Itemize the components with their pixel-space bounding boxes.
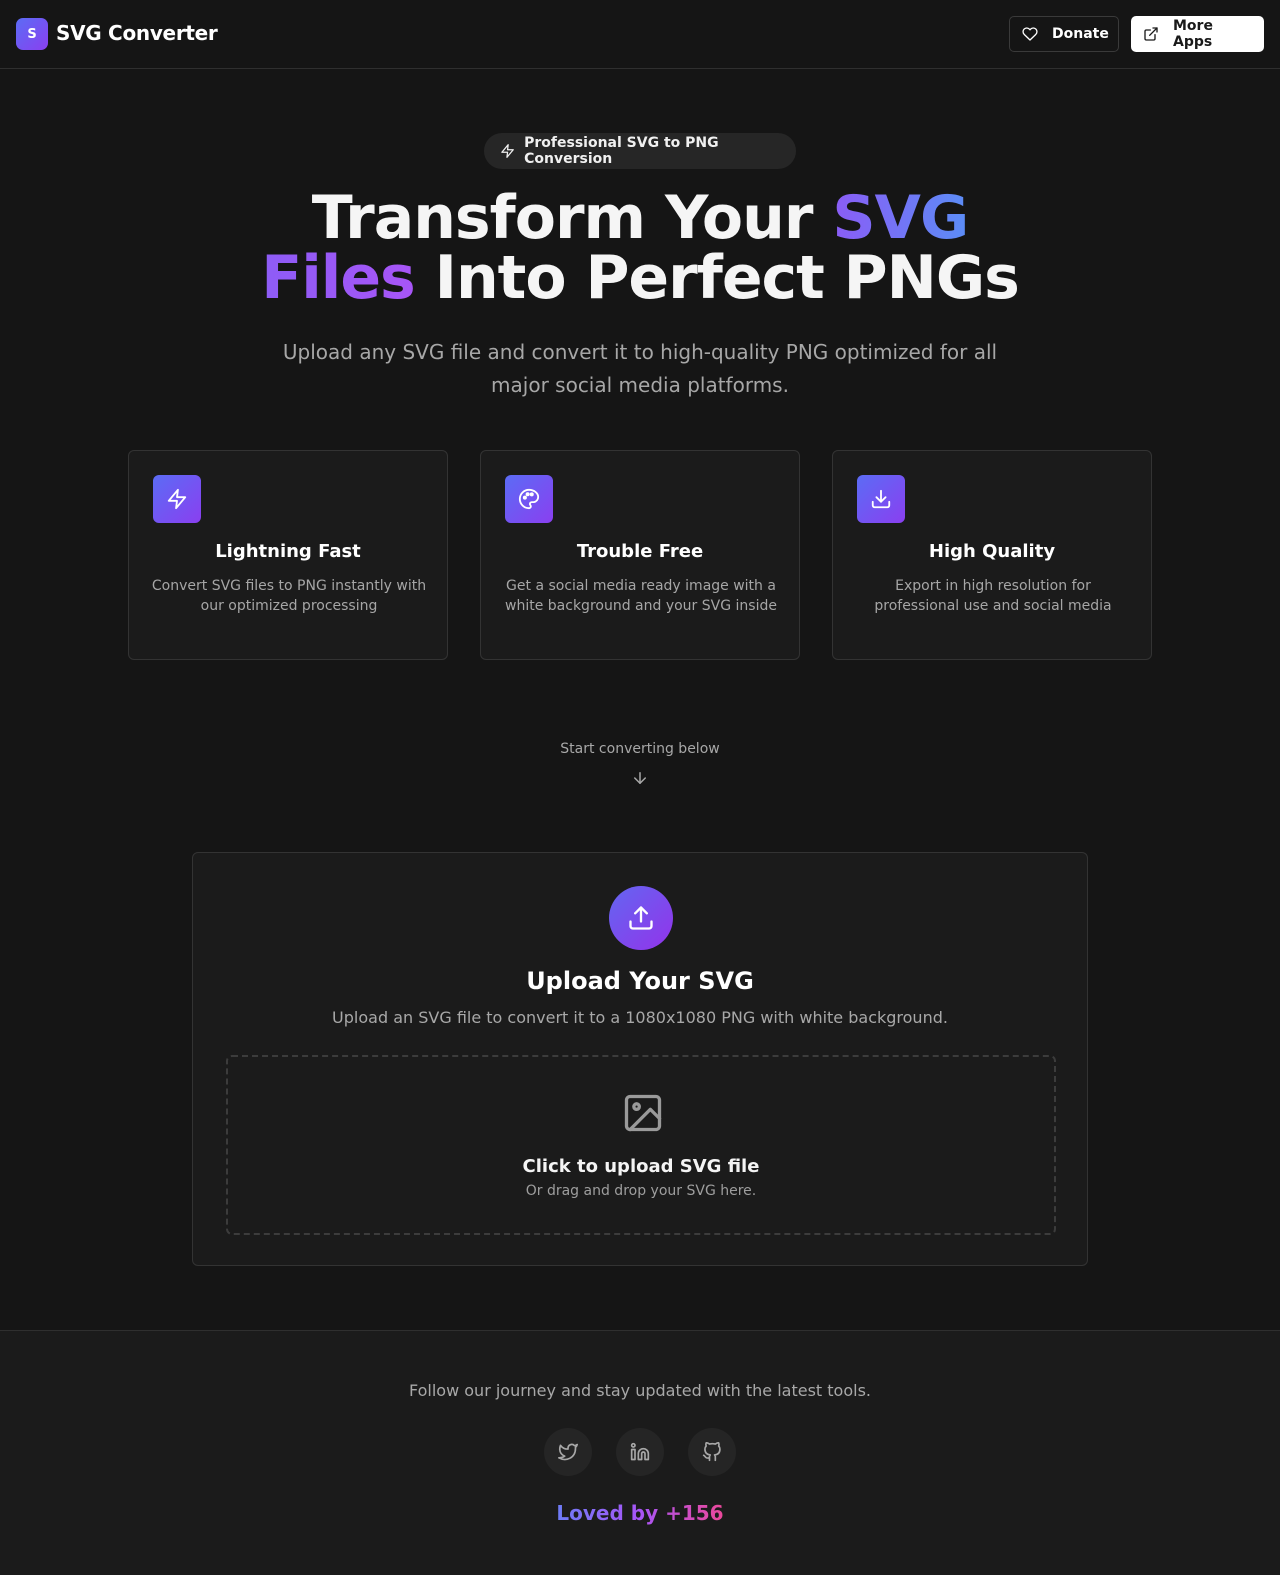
feature-icon-box (153, 475, 201, 523)
hero-headline: Transform Your SVG Files Into Perfect PN… (0, 188, 1280, 308)
arrow-down-icon (634, 772, 646, 784)
feature-title: Lightning Fast (215, 541, 361, 562)
upload-title: Upload Your SVG (526, 967, 754, 995)
upload-icon-circle (609, 886, 673, 950)
loved-by-label: Loved by +156 (556, 1501, 724, 1525)
github-icon (702, 1442, 721, 1462)
upload-icon (629, 906, 653, 930)
feature-title: High Quality (928, 541, 1056, 562)
palette-icon (518, 488, 540, 510)
headline-highlight-files: Files (261, 243, 416, 313)
start-converting-hint: Start converting below (560, 741, 720, 757)
feature-icon-box (505, 475, 553, 523)
footer: Follow our journey and stay updated with… (0, 1330, 1280, 1575)
image-icon (624, 1094, 662, 1132)
headline-part2: Into Perfect PNGs (414, 243, 1020, 313)
dropzone-title: Click to upload SVG file (522, 1156, 760, 1177)
feature-card-lightning-fast: Lightning Fast Convert SVG files to PNG … (128, 450, 448, 660)
logo-badge[interactable]: S (16, 18, 48, 50)
heart-icon (1022, 27, 1038, 41)
upload-panel: Upload Your SVG Upload an SVG file to co… (192, 852, 1088, 1266)
lightning-icon (501, 144, 514, 158)
hero-subtitle: Upload any SVG file and convert it to hi… (282, 340, 998, 397)
feature-description: Get a social media ready image with a wh… (505, 578, 777, 614)
feature-card-high-quality: High Quality Export in high resolution f… (832, 450, 1152, 660)
loved-by-counter: Loved by +156 (0, 1501, 1280, 1525)
linkedin-icon (630, 1442, 650, 1461)
more-apps-button[interactable]: More Apps (1131, 16, 1264, 52)
donate-label: Donate (1052, 26, 1109, 42)
twitter-icon (558, 1443, 578, 1461)
feature-description: Export in high resolution for profession… (874, 578, 1112, 614)
feature-title: Trouble Free (576, 541, 704, 562)
hero-badge: Professional SVG to PNG Conversion (484, 133, 796, 169)
more-apps-label: More Apps (1173, 18, 1213, 50)
feature-card-trouble-free: Trouble Free Get a social media ready im… (480, 450, 800, 660)
github-link[interactable] (688, 1428, 736, 1476)
feature-icon-box (857, 475, 905, 523)
lightning-icon (167, 488, 187, 510)
app-name[interactable]: SVG Converter (56, 21, 218, 45)
twitter-link[interactable] (544, 1428, 592, 1476)
feature-description: Convert SVG files to PNG instantly with … (151, 578, 427, 614)
donate-button[interactable]: Donate (1009, 16, 1119, 52)
top-navbar: S SVG Converter Donate More Apps (0, 0, 1280, 69)
external-link-icon (1144, 27, 1158, 41)
download-icon (871, 489, 891, 509)
svg-dropzone[interactable]: Click to upload SVG file Or drag and dro… (226, 1055, 1056, 1235)
footer-text: Follow our journey and stay updated with… (408, 1381, 871, 1400)
upload-description: Upload an SVG file to convert it to a 10… (332, 1008, 948, 1027)
linkedin-link[interactable] (616, 1428, 664, 1476)
hero-badge-label: Professional SVG to PNG Conversion (524, 135, 719, 167)
dropzone-subtitle: Or drag and drop your SVG here. (525, 1183, 757, 1199)
